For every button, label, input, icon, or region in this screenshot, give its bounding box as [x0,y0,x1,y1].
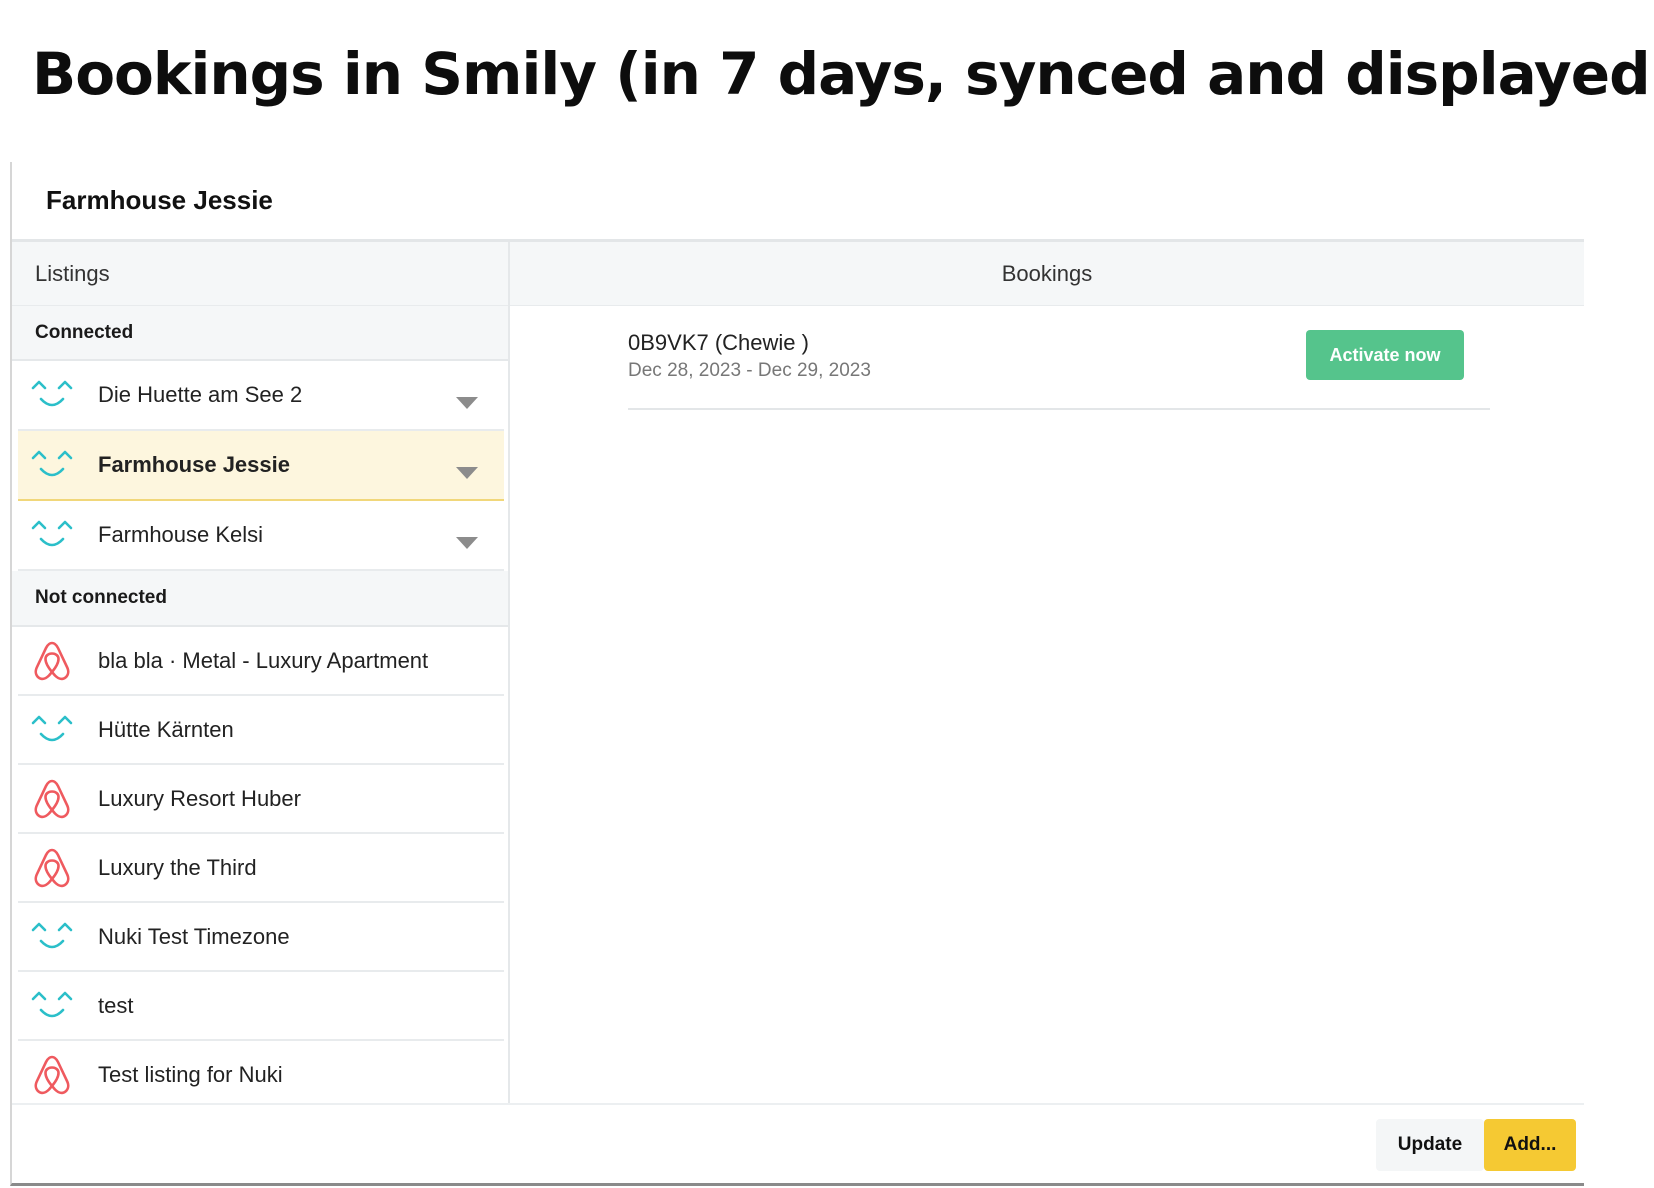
app-window: Farmhouse Jessie Listings Connected Die … [10,162,1584,1186]
booking-dates: Dec 28, 2023 - Dec 29, 2023 [628,360,871,381]
chevron-down-icon[interactable] [456,459,478,485]
listing-item[interactable]: Luxury Resort Huber [18,765,504,834]
activate-now-button[interactable]: Activate now [1306,330,1464,380]
connected-section-label: Connected [12,306,508,361]
airbnb-icon [28,637,76,685]
listing-name: Hütte Kärnten [98,716,234,742]
smily-icon [28,982,76,1030]
chevron-down-icon[interactable] [456,529,478,555]
listing-name: Luxury the Third [98,854,257,880]
listing-item[interactable]: Nuki Test Timezone [18,903,504,972]
smily-icon [28,371,76,419]
not-connected-list: bla bla · Metal - Luxury Apartment Hütte … [12,627,508,1103]
smily-icon [28,511,76,559]
smily-icon [28,706,76,754]
footer-bar: Update Add... [12,1103,1584,1183]
smily-icon [28,441,76,489]
bookings-pane: Bookings 0B9VK7 (Chewie ) Dec 28, 2023 -… [510,242,1584,1103]
window-title: Farmhouse Jessie [12,162,1584,242]
booking-row: 0B9VK7 (Chewie ) Dec 28, 2023 - Dec 29, … [628,330,1490,410]
listing-name: test [98,992,134,1018]
listing-name: Die Huette am See 2 [98,382,303,407]
listings-header: Listings [12,242,508,306]
listing-item[interactable]: Farmhouse Kelsi [18,501,504,571]
listing-name: Farmhouse Kelsi [98,522,264,547]
bookings-header: Bookings [510,242,1584,306]
add-button[interactable]: Add... [1484,1119,1576,1171]
listing-name: Luxury Resort Huber [98,785,301,811]
listing-item[interactable]: Luxury the Third [18,834,504,903]
listing-item[interactable]: Test listing for Nuki [18,1041,504,1103]
slide-title: Bookings in Smily (in 7 days, synced and… [32,40,1654,108]
smily-icon [28,913,76,961]
listing-item[interactable]: bla bla · Metal - Luxury Apartment [18,627,504,696]
update-button[interactable]: Update [1376,1119,1484,1171]
airbnb-icon [28,775,76,823]
listing-name: Nuki Test Timezone [98,923,290,949]
listing-name: Farmhouse Jessie [98,452,290,477]
listing-item[interactable]: Die Huette am See 2 [18,361,504,431]
not-connected-section-label: Not connected [12,571,508,627]
listing-item[interactable]: Farmhouse Jessie [18,431,504,501]
booking-code: 0B9VK7 (Chewie ) [628,330,809,355]
listing-item[interactable]: Hütte Kärnten [18,696,504,765]
airbnb-icon [28,1051,76,1099]
connected-list: Die Huette am See 2 Farmhouse Jessie Farmh… [12,361,508,571]
listing-item[interactable]: test [18,972,504,1041]
listings-pane: Listings Connected Die Huette am See 2 Fa… [12,242,510,1103]
listing-name: bla bla · Metal - Luxury Apartment [98,647,429,673]
chevron-down-icon[interactable] [456,389,478,415]
listing-name: Test listing for Nuki [98,1061,283,1087]
panes: Listings Connected Die Huette am See 2 Fa… [12,242,1584,1103]
airbnb-icon [28,844,76,892]
